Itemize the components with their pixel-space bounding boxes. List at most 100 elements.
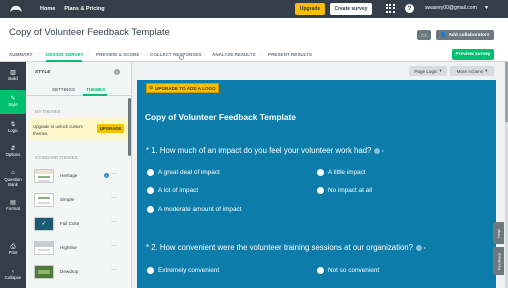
more-actions-dropdown[interactable]: More Actions ▾: [450, 66, 494, 76]
theme-dewdrop[interactable]: Dewdrop ···: [26, 262, 128, 286]
required-mark-icon: ▸: [382, 148, 385, 154]
more-options-icon[interactable]: ···: [111, 219, 117, 225]
help-icon[interactable]: ?: [405, 4, 414, 13]
rail-collapse[interactable]: ‹ Collapse: [0, 263, 26, 287]
rail-style-label: Style: [8, 102, 18, 108]
style-panel: STYLE ? SETTINGS THEMES MY THEMES Upgrad…: [26, 62, 132, 288]
chevron-down-icon[interactable]: ▼: [484, 5, 489, 11]
add-user-icon: 👤: [440, 32, 447, 38]
comment-icon[interactable]: ▭: [417, 30, 431, 40]
radio-button[interactable]: [147, 169, 154, 176]
theme-highrise[interactable]: Highrise ···: [26, 238, 128, 262]
chevron-down-icon: ▾: [439, 68, 442, 73]
standard-themes-heading: STANDARD THEMES: [35, 155, 78, 160]
question-1[interactable]: * 1. How much of an impact do you feel y…: [146, 146, 384, 155]
theme-thumbnail: [34, 241, 54, 255]
rail-build[interactable]: ▥ Build: [0, 64, 26, 88]
upgrade-themes-button[interactable]: UPGRADE: [97, 124, 124, 133]
survey-title[interactable]: Copy of Volunteer Feedback Template: [9, 27, 170, 38]
more-options-icon[interactable]: ···: [111, 195, 117, 201]
add-logo-button[interactable]: ⊙ UPGRADE TO ADD A LOGO: [146, 83, 219, 93]
info-badge-icon[interactable]: i: [104, 173, 109, 178]
my-themes-heading: MY THEMES: [35, 109, 61, 114]
more-options-icon[interactable]: ···: [111, 267, 117, 273]
tab-settings[interactable]: SETTINGS: [52, 87, 75, 92]
answer-option[interactable]: A lot of impact: [147, 187, 198, 194]
left-tool-rail: ▥ Build ✎ Style ⇅ Logic ⇵ Options ⌂ Ques…: [0, 62, 26, 288]
rail-options[interactable]: ⇵ Options: [0, 140, 26, 164]
answer-label: No impact at all: [328, 187, 373, 194]
page-title[interactable]: Copy of Volunteer Feedback Template: [145, 112, 296, 122]
format-icon: ▤: [10, 199, 16, 206]
answer-option[interactable]: A little impact: [317, 169, 366, 176]
feedback-side-tab[interactable]: Feedback: [493, 247, 504, 275]
radio-button[interactable]: [317, 169, 324, 176]
answer-option[interactable]: Not so convenient: [317, 267, 379, 274]
theme-thumbnail: [34, 265, 54, 279]
logic-icon: ⇅: [10, 121, 16, 128]
radio-button[interactable]: [317, 267, 324, 274]
radio-button[interactable]: [317, 187, 324, 194]
question-2[interactable]: * 2. How convenient were the volunteer t…: [146, 243, 426, 252]
step-preview-score[interactable]: PREVIEW & SCORE: [96, 52, 139, 57]
radio-button[interactable]: [147, 206, 154, 213]
checkmark-icon: ✓: [41, 221, 47, 227]
add-collaborators-label: Add collaborators: [448, 32, 490, 38]
apps-grid-icon[interactable]: [386, 4, 395, 13]
theme-name: Dewdrop: [60, 269, 79, 274]
step-analyze-results[interactable]: ANALYZE RESULTS: [212, 52, 256, 57]
step-present-results[interactable]: PRESENT RESULTS: [268, 52, 312, 57]
more-options-icon[interactable]: ···: [111, 171, 117, 177]
panel-scrollbar[interactable]: [128, 98, 131, 156]
preview-survey-button[interactable]: Preview survey: [452, 49, 494, 60]
help-icon[interactable]: ?: [114, 69, 120, 75]
user-account-menu[interactable]: swasrey00@gmail.com: [425, 5, 477, 11]
answer-option[interactable]: A great deal of impact: [147, 169, 220, 176]
survey-canvas: Page Logic ▾ More Actions ▾ ⊙ UPGRADE TO…: [132, 62, 508, 288]
answer-option[interactable]: No impact at all: [317, 187, 372, 194]
surveymonkey-logo-icon[interactable]: [9, 4, 23, 14]
survey-page: ⊙ UPGRADE TO ADD A LOGO Copy of Voluntee…: [137, 80, 496, 288]
answer-option[interactable]: Extremely convenient: [147, 267, 219, 274]
theme-heritage[interactable]: Heritage i ···: [26, 166, 128, 190]
step-summary[interactable]: SUMMARY: [9, 52, 33, 57]
printer-icon: ⎙: [10, 243, 16, 250]
required-mark-icon: ▸: [423, 245, 426, 251]
chevron-right-icon: ›: [260, 51, 262, 57]
page-logic-dropdown[interactable]: Page Logic ▾: [409, 66, 447, 76]
theme-simple[interactable]: Simple ···: [26, 190, 128, 214]
step-collect-responses[interactable]: COLLECT RESPONSES: [150, 52, 202, 57]
step-design-survey[interactable]: DESIGN SURVEY: [46, 52, 84, 57]
rail-collapse-label: Collapse: [4, 275, 22, 281]
chevron-right-icon: ›: [38, 51, 40, 57]
rail-question-bank[interactable]: ⌂ Question Bank: [0, 165, 26, 193]
rail-logic[interactable]: ⇅ Logic: [0, 116, 26, 140]
help-side-tab[interactable]: Help!: [493, 222, 504, 244]
question-2-text: * 2. How convenient were the volunteer t…: [146, 243, 413, 252]
radio-button[interactable]: [147, 187, 154, 194]
brush-icon: ✎: [10, 95, 16, 102]
feedback-side-tab-label: Feedback: [496, 252, 502, 270]
mouse-cursor-icon: [179, 55, 184, 60]
answer-option[interactable]: A moderate amount of impact: [147, 206, 241, 213]
more-options-icon[interactable]: ···: [111, 243, 117, 249]
chevron-down-icon: ▾: [485, 68, 488, 73]
theme-name: Simple: [60, 197, 75, 202]
panel-tabs: SETTINGS THEMES: [26, 82, 132, 96]
rail-style[interactable]: ✎ Style: [0, 90, 26, 114]
rail-format[interactable]: ▤ Format: [0, 194, 26, 218]
tab-themes[interactable]: THEMES: [86, 87, 105, 92]
nav-home-link[interactable]: Home: [40, 6, 55, 12]
theme-thumbnail-selected: ✓: [34, 217, 54, 231]
question-1-text: * 1. How much of an impact do you feel y…: [146, 146, 372, 155]
radio-button[interactable]: [147, 267, 154, 274]
page-logic-label: Page Logic: [414, 68, 438, 74]
upgrade-button[interactable]: Upgrade: [295, 3, 325, 15]
nav-plans-pricing-link[interactable]: Plans & Pricing: [64, 6, 104, 12]
rail-print[interactable]: ⎙ Print: [0, 238, 26, 262]
add-logo-label: UPGRADE TO ADD A LOGO: [155, 85, 216, 91]
theme-full-color[interactable]: ✓ Full Color ···: [26, 214, 128, 238]
add-collaborators-button[interactable]: 👤 Add collaborators: [436, 30, 494, 40]
sliders-icon: ⇵: [10, 145, 16, 152]
create-survey-button[interactable]: Create survey: [330, 3, 372, 15]
